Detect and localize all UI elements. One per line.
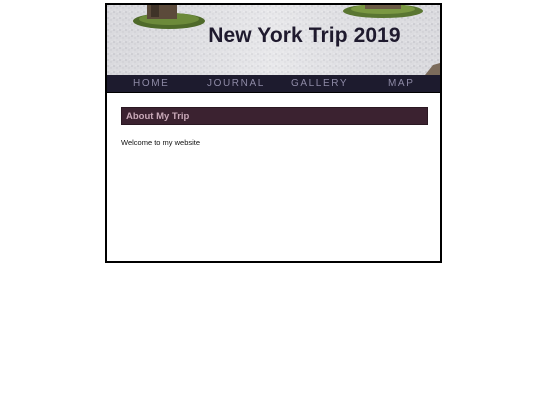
- header-banner: New York Trip 2019: [107, 5, 440, 75]
- section-title: About My Trip: [126, 111, 190, 122]
- site-title: New York Trip 2019: [208, 24, 401, 47]
- main-content: About My Trip Welcome to my website: [107, 93, 440, 261]
- welcome-text: Welcome to my website: [121, 138, 201, 147]
- nav-home-link[interactable]: HOME: [133, 75, 169, 92]
- page-frame: New York Trip 2019 HOME JOURNAL GALLERY …: [105, 3, 442, 263]
- main-nav: HOME JOURNAL GALLERY MAP: [107, 75, 440, 93]
- nav-journal-link[interactable]: JOURNAL: [207, 75, 265, 92]
- nav-gallery-link[interactable]: GALLERY: [291, 75, 348, 92]
- section-header-bar: About My Trip: [121, 107, 428, 125]
- nav-map-link[interactable]: MAP: [388, 75, 414, 92]
